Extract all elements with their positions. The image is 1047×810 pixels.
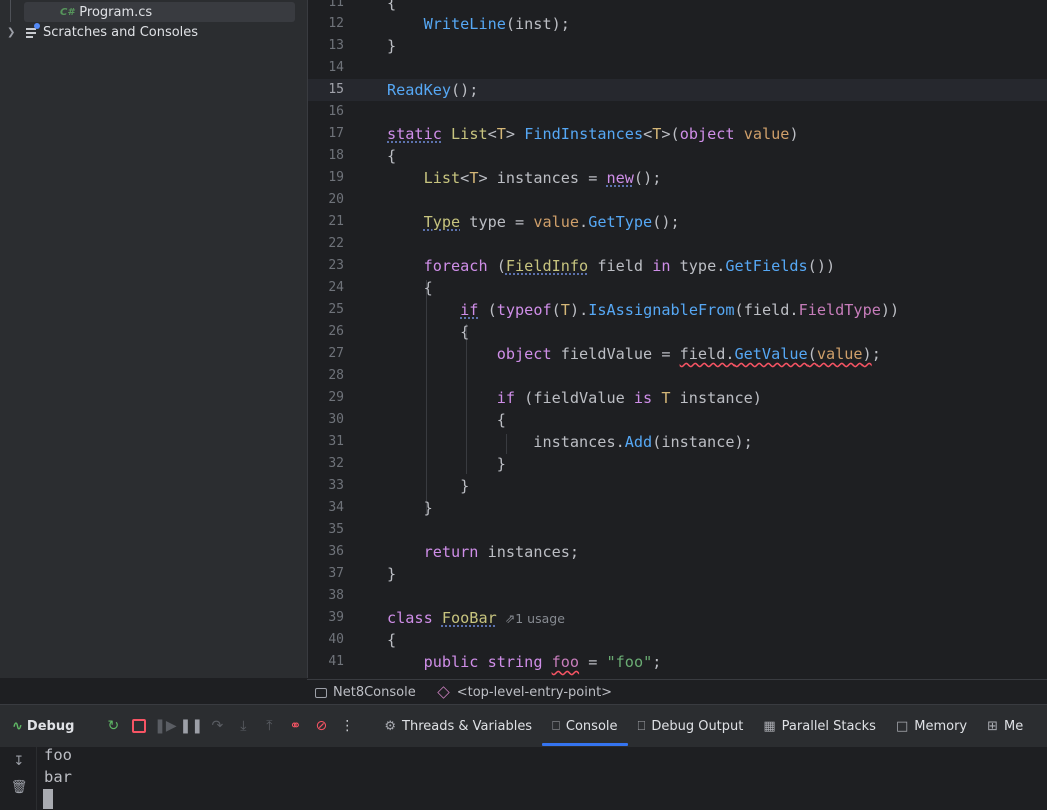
code-line: 16 [328, 104, 344, 119]
code-line: 19 List<T> instances = new(); [328, 169, 662, 187]
tab-more[interactable]: ⊞ Me [977, 705, 1033, 747]
console-output[interactable]: ↧ 🗑 foo bar [0, 746, 1047, 810]
step-out-icon[interactable]: ⤒ [256, 713, 282, 739]
code-line: 23 foreach (FieldInfo field in type.GetF… [328, 257, 836, 275]
breadcrumb: Net8Console <top-level-entry-point> [307, 679, 1047, 705]
code-line-current: 15 ReadKey(); [308, 79, 1047, 101]
output-icon: ⎕ [637, 718, 646, 734]
parallel-stacks-icon: ▦ [763, 718, 776, 734]
debug-icon: ∿ [12, 718, 23, 734]
code-line: 18{ [328, 147, 397, 165]
code-line: 38 [328, 588, 344, 603]
step-over-icon[interactable]: ↷ [204, 713, 230, 739]
code-line: 33 } [328, 477, 470, 495]
code-line: 36 return instances; [328, 543, 580, 561]
code-line: 25 if (typeof(T).IsAssignableFrom(field.… [328, 301, 900, 319]
code-line: 39 class FooBar ⇗1 usage [328, 609, 565, 627]
chevron-right-icon[interactable]: ❯ [7, 27, 17, 38]
console-caret [43, 789, 53, 809]
code-line: 20 [328, 192, 344, 207]
threads-icon: ⚙ [384, 718, 397, 734]
code-line: 31 instances.Add(instance); [328, 433, 753, 451]
pause-icon[interactable]: ❚❚ [178, 713, 204, 739]
code-line: 28 [328, 368, 344, 383]
code-line: 40{ [328, 631, 397, 649]
tree-item-scratches[interactable]: ❯ Scratches and Consoles [0, 22, 300, 42]
step-into-icon[interactable]: ⤓ [230, 713, 256, 739]
tab-threads-variables[interactable]: ⚙ Threads & Variables [374, 705, 542, 747]
code-editor[interactable]: 11{ 12 WriteLine(inst); 13} 14 15 ReadKey… [307, 0, 1047, 678]
tab-debug-output[interactable]: ⎕ Debug Output [628, 705, 754, 747]
tree-guide-line [10, 0, 11, 22]
breadcrumb-symbol[interactable]: <top-level-entry-point> [436, 685, 612, 700]
code-line: 17 static List<T> FindInstances<T>(object… [328, 125, 799, 143]
code-line: 35 [328, 522, 344, 537]
console-icon: ⎕ [552, 718, 560, 734]
code-line: 11{ [328, 0, 397, 12]
code-line: 30 { [328, 411, 506, 429]
scratches-icon [25, 23, 40, 38]
code-line: 27 object fieldValue = field.GetValue(va… [328, 345, 881, 363]
tab-parallel-stacks[interactable]: ▦ Parallel Stacks [753, 705, 886, 747]
tree-item-label: Program.cs [79, 4, 153, 20]
project-tree-panel: C# Program.cs ❯ Scratches and Consoles [0, 0, 307, 678]
code-line: 41 public string foo = "foo"; [328, 653, 662, 671]
resume-icon[interactable]: ❚▶ [152, 713, 178, 739]
tree-item-program-cs[interactable]: C# Program.cs [10, 0, 295, 22]
view-breakpoints-icon[interactable]: ⚭ [282, 713, 308, 739]
tab-memory[interactable]: □ Memory [886, 705, 977, 747]
debug-title: ∿ Debug [12, 718, 75, 734]
code-line: 22 [328, 236, 344, 251]
scroll-to-end-icon[interactable]: ↧ [10, 753, 28, 771]
trash-icon[interactable]: 🗑 [10, 779, 28, 797]
code-line: 14 [328, 60, 344, 75]
mute-breakpoints-icon[interactable]: ⊘ [308, 713, 334, 739]
debug-toolbar: ∿ Debug ↻ ❚▶ ❚❚ ↷ ⤓ ⤒ ⚭ ⊘ ⋮ ⚙ Threads & V… [0, 704, 1047, 747]
usages-hint[interactable]: ⇗1 usage [505, 611, 565, 626]
csharp-file-icon: C# [60, 6, 75, 18]
code-line: 12 WriteLine(inst); [328, 15, 570, 33]
project-icon [315, 687, 327, 698]
grid-icon: ⊞ [987, 718, 999, 734]
code-line: 29 if (fieldValue is T instance) [328, 389, 762, 407]
rerun-icon[interactable]: ↻ [100, 713, 126, 739]
more-options-icon[interactable]: ⋮ [334, 713, 360, 739]
code-line: 21 Type type = value.GetType(); [328, 213, 680, 231]
tree-item-label: Scratches and Consoles [43, 24, 199, 40]
stop-icon[interactable] [126, 713, 152, 739]
code-line: 24 { [328, 279, 433, 297]
code-line: 34 } [328, 499, 433, 517]
console-line: bar [44, 768, 72, 786]
namespace-icon [436, 686, 450, 699]
console-line: foo [44, 746, 72, 764]
code-line: 37} [328, 565, 397, 583]
breadcrumb-project[interactable]: Net8Console [315, 685, 416, 700]
code-line: 32 } [328, 455, 506, 473]
memory-icon: □ [895, 718, 909, 734]
code-line: 13} [328, 37, 397, 55]
tab-console[interactable]: ⎕ Console [542, 705, 628, 747]
code-line: 26 { [328, 323, 470, 341]
console-side-toolbar: ↧ 🗑 [0, 747, 37, 810]
